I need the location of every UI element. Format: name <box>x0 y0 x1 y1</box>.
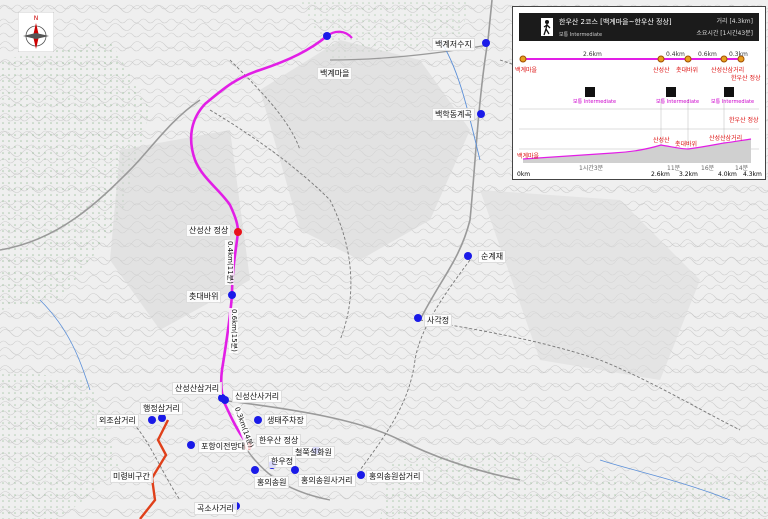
poi-label: 홍의송원 <box>254 476 290 489</box>
svg-text:N: N <box>34 15 39 22</box>
poi-marker-icon[interactable] <box>148 416 156 424</box>
profile-point: 산성산 <box>653 137 670 144</box>
km-tick: 4.3km <box>743 171 762 178</box>
course-header: 한우산 2코스 [백계마을~한우산 정상] 보통 Intermediate 거리… <box>519 13 759 41</box>
course-info-panel: 한우산 2코스 [백계마을~한우산 정상] 보통 Intermediate 거리… <box>512 6 766 180</box>
poi-marker-icon[interactable] <box>228 291 236 299</box>
trail-map[interactable]: N 백계저수지 백계마을 백학동계곡 산성산 정상 순계재 촛대바위 사각정 산성산삼거리 신성… <box>0 0 768 519</box>
segment-distance: 0.4km <box>666 51 685 58</box>
poi-label: 산성산삼거리 <box>172 382 223 395</box>
poi-marker-icon[interactable] <box>158 414 166 422</box>
km-tick: 3.2km <box>679 171 698 178</box>
course-distance: 거리 [4.3km] <box>716 18 754 25</box>
route-point: 한우산 정상 <box>731 75 761 82</box>
difficulty-label: 보통 Intermediate <box>656 99 700 105</box>
km-tick: 0km <box>517 171 531 178</box>
poi-label: 백학동계곡 <box>432 108 475 121</box>
poi-marker-icon[interactable] <box>482 39 490 47</box>
route-point: 촛대바위 <box>676 67 699 74</box>
time-tick: 1시간3분 <box>579 165 604 172</box>
profile-point: 촛대바위 <box>675 141 698 148</box>
segment-distance: 0.3km <box>729 51 748 58</box>
route-point: 백계마을 <box>515 67 538 74</box>
segment-distance: 2.6km <box>583 51 602 58</box>
poi-marker-icon[interactable] <box>323 32 331 40</box>
course-level: 보통 Intermediate <box>559 32 603 38</box>
poi-marker-icon[interactable] <box>291 466 299 474</box>
km-tick: 2.6km <box>651 171 670 178</box>
poi-label: 홍의송원사거리 <box>298 474 356 487</box>
poi-marker-icon[interactable] <box>464 252 472 260</box>
poi-marker-icon[interactable] <box>221 396 229 404</box>
course-title: 한우산 2코스 [백계마을~한우산 정상] <box>559 18 672 26</box>
poi-label: 미령비구간 <box>110 470 153 483</box>
poi-label: 산성산 정상 <box>186 224 232 237</box>
profile-point: 백계마을 <box>517 153 540 160</box>
time-tick: 16분 <box>701 165 715 172</box>
poi-marker-icon[interactable] <box>477 110 485 118</box>
difficulty-icon <box>666 87 676 97</box>
poi-marker-icon[interactable] <box>357 471 365 479</box>
poi-label: 철쭉설화원 <box>292 446 335 459</box>
poi-label: 포항이전망대 <box>198 440 249 453</box>
poi-label: 신성산사거리 <box>232 390 283 403</box>
segment-label: 0.6km(15분) <box>229 308 238 353</box>
segment-label: 0.4km(11분) <box>225 240 234 285</box>
difficulty-icon <box>724 87 734 97</box>
poi-marker-icon[interactable] <box>251 466 259 474</box>
course-time: 소요시간 [1시간43분] <box>696 30 753 37</box>
poi-label: 홍의송원삼거리 <box>366 470 424 483</box>
poi-marker-icon[interactable] <box>187 441 195 449</box>
poi-label: 백계마을 <box>317 67 353 80</box>
poi-label: 곡소사거리 <box>194 502 237 515</box>
difficulty-label: 보통 Intermediate <box>711 99 755 105</box>
poi-marker-icon[interactable] <box>254 416 262 424</box>
route-point: 산성산 <box>653 67 670 74</box>
poi-label: 순계재 <box>478 250 507 263</box>
summit-marker-icon[interactable] <box>234 228 242 236</box>
compass-rose-icon: N <box>18 12 54 52</box>
difficulty-label: 보통 Intermediate <box>573 99 617 105</box>
km-tick: 4.0km <box>718 171 737 178</box>
profile-point: 한우산 정상 <box>729 117 759 124</box>
elevation-profile <box>519 99 759 163</box>
poi-label: 사각정 <box>424 314 453 327</box>
difficulty-icon <box>585 87 595 97</box>
poi-label: 생태주차장 <box>264 414 307 427</box>
poi-label: 촛대바위 <box>186 290 222 303</box>
poi-label: 백계저수지 <box>432 38 475 51</box>
poi-marker-icon[interactable] <box>414 314 422 322</box>
poi-label: 외조삼거리 <box>96 414 139 427</box>
poi-label: 행정삼거리 <box>140 402 183 415</box>
segment-distance: 0.6km <box>698 51 717 58</box>
profile-point: 산성산삼거리 <box>709 135 743 142</box>
hiker-icon <box>541 18 553 36</box>
